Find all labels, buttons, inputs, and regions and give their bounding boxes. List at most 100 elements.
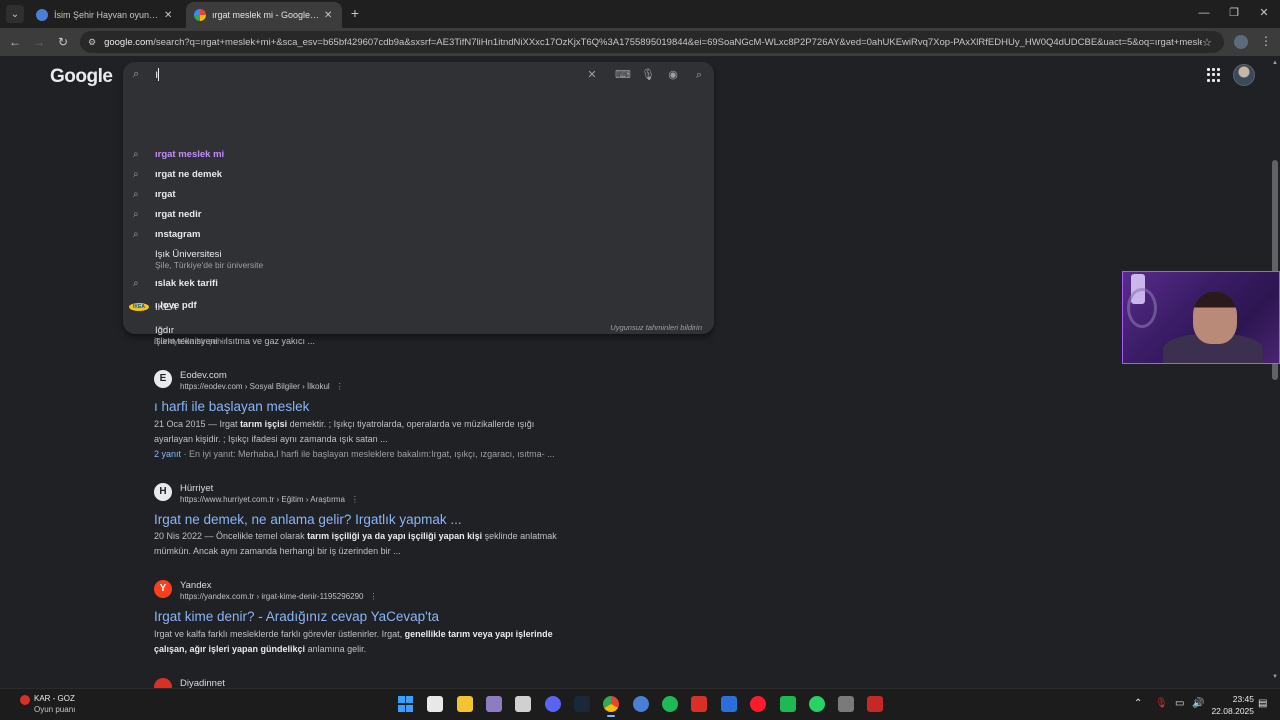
close-icon[interactable]: ✕ xyxy=(324,10,334,21)
spotify-icon[interactable] xyxy=(662,696,678,712)
steam-icon[interactable] xyxy=(574,696,590,712)
result-title-link[interactable]: ı harfi ile başlayan meslek xyxy=(154,399,309,414)
search-icon: ⌕ xyxy=(133,68,140,80)
minimize-icon[interactable]: — xyxy=(1194,5,1214,21)
microphone-icon[interactable]: 🎙 xyxy=(641,68,655,82)
search-input-row[interactable]: ⌕ ı ✕ ⌨ 🎙 ◉ ⌕ xyxy=(123,62,714,88)
webcam-overlay xyxy=(1122,271,1280,364)
clear-icon[interactable]: ✕ xyxy=(585,68,599,82)
keyboard-icon[interactable]: ⌨ xyxy=(615,68,631,82)
scroll-up-icon[interactable]: ▲ xyxy=(1272,60,1278,66)
browser-menu-icon[interactable]: ⋮ xyxy=(1260,34,1272,48)
google-favicon-icon xyxy=(194,9,206,21)
window-close-icon[interactable]: ✕ xyxy=(1254,5,1274,21)
url-text[interactable]: google.com/search?q=ırgat+meslek+mi+&sca… xyxy=(104,37,1202,48)
result-snippet: mümkün. Ancak aynı zamanda herhangi bir … xyxy=(154,546,401,556)
result-title-link[interactable]: Irgat ne demek, ne anlama gelir? Irgatlı… xyxy=(154,512,462,527)
volume-icon[interactable]: 🔊 xyxy=(1192,698,1204,709)
hurriyet-favicon-icon: H xyxy=(154,483,172,501)
tab-strip: ⌄ İsim Şehir Hayvan oyununa katıl ✕ ırga… xyxy=(0,0,1280,28)
site-cite: https://yandex.com.tr › irgat-kime-denir… xyxy=(180,592,378,601)
windows-start-icon[interactable] xyxy=(398,696,414,712)
result-snippet: 21 Oca 2015 — Irgat tarım işçisi demekti… xyxy=(154,419,535,429)
tab-title: ırgat meslek mi - Google'da Ara xyxy=(212,10,320,20)
google-logo[interactable]: Google xyxy=(50,66,113,88)
whatsapp-icon[interactable] xyxy=(809,696,825,712)
file-explorer-icon[interactable] xyxy=(457,696,473,712)
tray-chevron-icon[interactable]: ⌃ xyxy=(1134,698,1142,709)
search-icon: ⌕ xyxy=(133,229,139,240)
app-icon[interactable] xyxy=(633,696,649,712)
search-icon: ⌕ xyxy=(133,189,139,200)
notification-icon[interactable]: ▤ xyxy=(1258,698,1267,709)
diyadinnet-favicon-icon xyxy=(154,678,172,688)
site-name: Diyadinnet xyxy=(180,678,225,688)
google-apps-icon[interactable] xyxy=(1207,68,1221,82)
ikea-logo-icon: IKEA xyxy=(129,303,149,311)
yandex-favicon-icon: Y xyxy=(154,580,172,598)
microphone-tray-icon[interactable]: 🎙 xyxy=(1155,698,1168,709)
tab-isim-sehir[interactable]: İsim Şehir Hayvan oyununa katıl ✕ xyxy=(28,2,182,28)
app-icon[interactable] xyxy=(691,696,707,712)
site-name: Eodev.com xyxy=(180,370,227,381)
page-scrollbar[interactable]: ▲ ▼ xyxy=(1270,56,1280,688)
google-results-page: Google işlem teknisyeni · Isıtma ve gaz … xyxy=(0,56,1280,688)
tab-favicon-icon xyxy=(36,9,48,21)
webcam-person-head xyxy=(1193,292,1237,344)
network-icon[interactable]: ▭ xyxy=(1175,698,1184,709)
tab-title: İsim Şehir Hayvan oyununa katıl xyxy=(54,10,160,20)
app-icon[interactable] xyxy=(515,696,531,712)
address-bar[interactable]: ⚙ google.com/search?q=ırgat+meslek+mi+&s… xyxy=(80,31,1224,53)
bookmark-star-icon[interactable]: ☆ xyxy=(1202,36,1216,49)
status-badge-icon xyxy=(20,695,30,705)
report-predictions-link[interactable]: Uygunsuz tahminleri bildirin xyxy=(560,323,702,332)
tab-google-search[interactable]: ırgat meslek mi - Google'da Ara ✕ xyxy=(186,2,342,28)
more-options-icon[interactable]: ⋮ xyxy=(351,495,359,504)
windows-taskbar: KAR - GOZ Oyun puanı ⌃ 🎙 ▭ 🔊 23:45 22.08… xyxy=(0,688,1280,720)
restore-icon[interactable]: ❐ xyxy=(1224,5,1244,21)
search-icon: ⌕ xyxy=(133,169,139,180)
search-autocomplete: ⌕ ı ✕ ⌨ 🎙 ◉ ⌕ ⌕ ırgat meslek mi ⌕ ırgat … xyxy=(123,62,714,346)
profile-avatar[interactable] xyxy=(1234,35,1248,49)
lens-icon[interactable]: ◉ xyxy=(666,68,680,82)
app-icon[interactable] xyxy=(867,696,883,712)
result-snippet: 20 Nis 2022 — Öncelikle temel olarak tar… xyxy=(154,531,557,541)
opera-icon[interactable] xyxy=(750,696,766,712)
eodev-favicon-icon: E xyxy=(154,370,172,388)
discord-icon[interactable] xyxy=(545,696,561,712)
forward-icon[interactable]: → xyxy=(31,34,47,50)
site-cite: https://eodev.com › Sosyal Bilgiler › İl… xyxy=(180,382,344,391)
back-icon[interactable]: ← xyxy=(7,34,23,50)
more-options-icon[interactable]: ⋮ xyxy=(336,382,344,391)
account-avatar[interactable] xyxy=(1233,64,1255,86)
site-info-icon[interactable]: ⚙ xyxy=(88,37,96,48)
scroll-down-icon[interactable]: ▼ xyxy=(1272,674,1278,680)
reload-icon[interactable]: ↻ xyxy=(55,34,71,50)
site-name: Yandex xyxy=(180,580,212,591)
chrome-icon[interactable] xyxy=(603,696,619,717)
result-snippet: Irgat ve kalfa farklı mesleklerde farklı… xyxy=(154,629,553,639)
system-clock[interactable]: 23:45 22.08.2025 xyxy=(1206,694,1254,716)
tab-search-icon[interactable]: ⌄ xyxy=(6,5,24,23)
result-title-link[interactable]: Irgat kime denir? - Aradığınız cevap YaC… xyxy=(154,609,439,624)
site-cite: https://www.hurriyet.com.tr › Eğitim › A… xyxy=(180,495,359,504)
result-snippet: çalışan, ağır işleri yapan gündelikçi an… xyxy=(154,644,367,654)
app-icon[interactable] xyxy=(486,696,502,712)
store-icon[interactable] xyxy=(427,696,443,712)
app-icon[interactable] xyxy=(721,696,737,712)
close-icon[interactable]: ✕ xyxy=(164,10,174,21)
answers-link[interactable]: 2 yanıt xyxy=(154,449,181,459)
webcam-lamp xyxy=(1127,288,1157,328)
more-options-icon[interactable]: ⋮ xyxy=(370,592,378,601)
search-submit-icon[interactable]: ⌕ xyxy=(692,68,706,82)
result-snippet: ayarlayan kişidir. ; Işıkçı ifadesi aynı… xyxy=(154,434,388,444)
app-icon[interactable] xyxy=(838,696,854,712)
app-icon[interactable] xyxy=(780,696,796,712)
search-icon: ⌕ xyxy=(133,300,139,311)
search-icon: ⌕ xyxy=(133,278,139,289)
text-caret xyxy=(158,68,159,81)
site-name: Hürriyet xyxy=(180,483,214,494)
search-icon: ⌕ xyxy=(133,149,139,160)
new-tab-icon[interactable]: + xyxy=(347,5,363,21)
search-icon: ⌕ xyxy=(133,209,139,220)
